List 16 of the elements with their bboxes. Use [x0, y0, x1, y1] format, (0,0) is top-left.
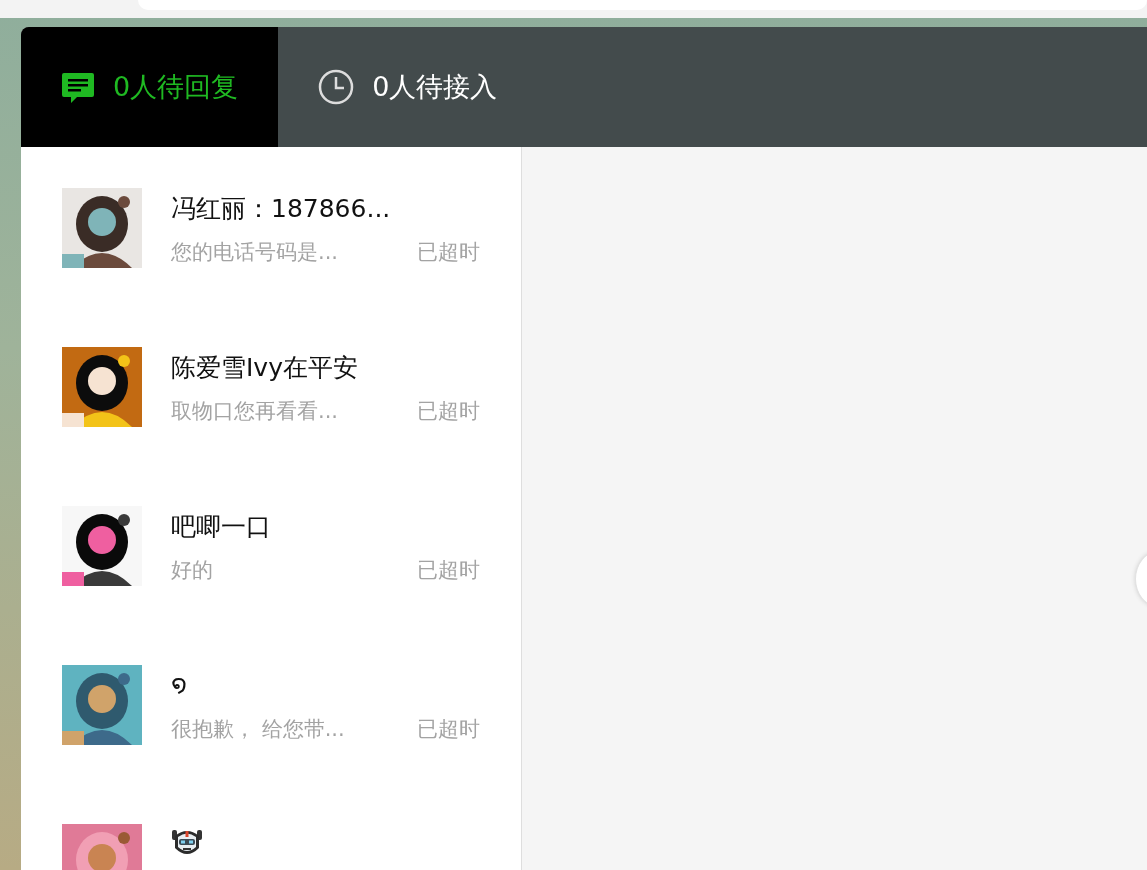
tab[interactable]: 0人待接入	[278, 27, 538, 147]
status-label: 已超时	[417, 716, 480, 743]
tab[interactable]: 0人待回复	[21, 27, 279, 147]
message-preview: 很抱歉， 给您带...	[171, 716, 345, 743]
message-preview: 您的电话号码是...	[171, 239, 339, 266]
status-label: 已超时	[417, 398, 480, 425]
message-preview: 取物口您再看看...	[171, 398, 339, 425]
contact-name: 吧唧一口	[171, 512, 271, 541]
clock-icon	[318, 69, 355, 105]
chat-icon	[61, 71, 95, 103]
contact-name: 陈爱雪Ivy在平安	[171, 353, 358, 382]
contact-name: ໑	[171, 669, 187, 698]
message-preview: 好的	[171, 557, 213, 584]
status-label: 已超时	[417, 557, 480, 584]
status-label: 已超时	[417, 239, 480, 266]
contact-name: 冯红丽：187866...	[171, 194, 391, 223]
